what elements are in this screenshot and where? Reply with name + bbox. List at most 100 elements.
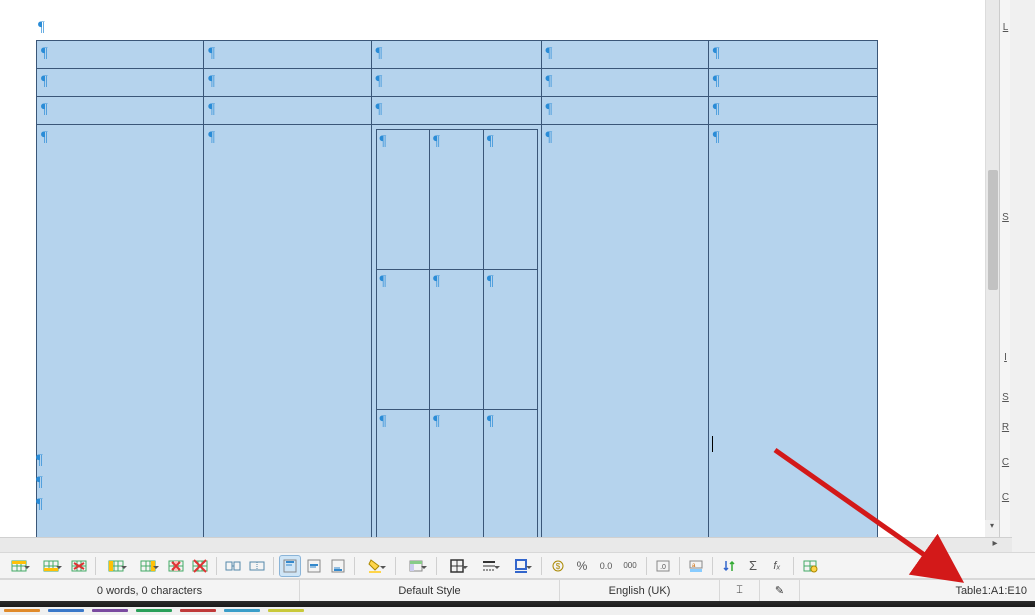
main-table[interactable]: ¶¶¶¶¶¶¶¶¶¶¶¶¶¶¶¶¶¶¶¶¶¶¶¶¶¶¶¶¶¶¶¶¶¶¶¶¶¶¶¶… <box>36 40 878 537</box>
scrollbar-thumb[interactable] <box>988 170 998 290</box>
table-cell[interactable]: ¶ <box>708 97 877 125</box>
insert-col-left-button[interactable] <box>101 555 131 577</box>
status-signature[interactable]: ✎ <box>760 580 800 601</box>
status-insert-mode[interactable]: ⌶ <box>720 580 760 601</box>
status-language[interactable]: English (UK) <box>560 580 720 601</box>
autoformat-button[interactable] <box>401 555 431 577</box>
page[interactable]: ¶ ¶¶¶¶¶¶¶¶¶¶¶¶¶¶¶¶¶¶¶¶¶¶¶¶¶¶¶¶¶¶¶¶¶¶¶¶¶¶… <box>0 0 986 537</box>
scrollbar-track[interactable] <box>985 0 999 520</box>
sidebar-tab[interactable]: R <box>1000 422 1010 442</box>
caption-button[interactable]: a <box>685 555 707 577</box>
scrollbar-right-button[interactable]: ▸ <box>988 538 1002 553</box>
delete-column-button[interactable] <box>165 555 187 577</box>
nested-table[interactable]: ¶¶¶¶¶¶¶¶¶¶¶¶¶¶¶ <box>376 129 538 537</box>
table-cell[interactable]: ¶ <box>37 125 204 538</box>
nested-table-cell[interactable]: ¶ <box>376 130 430 270</box>
table-cell[interactable]: ¶¶¶¶¶¶¶¶¶¶¶¶¶¶¶ <box>371 125 541 538</box>
number-format-decimal-button[interactable]: 0.0 <box>595 555 617 577</box>
table-cell[interactable]: ¶ <box>204 97 371 125</box>
sum-icon: Σ <box>749 558 757 573</box>
nested-table-cell[interactable]: ¶ <box>376 410 430 538</box>
nested-table-cell[interactable]: ¶ <box>483 270 537 410</box>
insert-row-below-button[interactable] <box>36 555 66 577</box>
table-cell[interactable]: ¶ <box>204 69 371 97</box>
table-cell[interactable]: ¶ <box>371 41 541 69</box>
formula-button[interactable]: fₓ <box>766 555 788 577</box>
number-format-percent-button[interactable]: % <box>571 555 593 577</box>
align-center-vert-button[interactable] <box>303 555 325 577</box>
border-style-button[interactable] <box>474 555 504 577</box>
split-cells-button[interactable] <box>222 555 244 577</box>
sidebar-tab[interactable]: C <box>1000 492 1010 512</box>
align-bottom-icon <box>330 558 346 574</box>
text-cursor <box>712 436 713 452</box>
status-page-style[interactable]: Default Style <box>300 580 560 601</box>
number-format-currency-icon: $ <box>550 558 566 574</box>
table-cell[interactable]: ¶ <box>204 125 371 538</box>
nested-table-cell[interactable]: ¶ <box>376 270 430 410</box>
delete-column-icon <box>168 558 184 574</box>
delete-table-button[interactable] <box>189 555 211 577</box>
background-color-icon <box>367 558 383 574</box>
table-cell[interactable]: ¶ <box>708 69 877 97</box>
nested-table-cell[interactable]: ¶ <box>430 130 484 270</box>
number-recognition-icon: .0 <box>655 558 671 574</box>
insert-row-above-button[interactable] <box>4 555 34 577</box>
sort-icon <box>721 558 737 574</box>
nested-table-cell[interactable]: ¶ <box>483 130 537 270</box>
sidebar-tab[interactable]: C <box>1000 457 1010 477</box>
table-cell[interactable]: ¶ <box>37 69 204 97</box>
table-cell[interactable]: ¶ <box>708 125 877 538</box>
borders-button[interactable] <box>442 555 472 577</box>
number-format-currency-button[interactable]: $ <box>547 555 569 577</box>
document-scroll-area[interactable]: ¶ ¶¶¶¶¶¶¶¶¶¶¶¶¶¶¶¶¶¶¶¶¶¶¶¶¶¶¶¶¶¶¶¶¶¶¶¶¶¶… <box>0 0 1010 537</box>
os-taskbar-sliver <box>0 601 1035 607</box>
paragraph[interactable]: ¶ <box>36 18 980 39</box>
paragraph[interactable]: ¶ <box>36 493 43 515</box>
sidebar-tab[interactable]: S <box>1000 392 1010 412</box>
nested-table-cell[interactable]: ¶ <box>483 410 537 538</box>
scrollbar-down-button[interactable]: ▾ <box>985 521 999 537</box>
formula-icon: fₓ <box>773 560 780 572</box>
nested-table-cell[interactable]: ¶ <box>430 410 484 538</box>
background-color-button[interactable] <box>360 555 390 577</box>
sort-button[interactable] <box>718 555 740 577</box>
delete-row-button[interactable] <box>68 555 90 577</box>
delete-row-icon <box>71 558 87 574</box>
border-style-icon <box>481 558 497 574</box>
table-cell[interactable]: ¶ <box>37 97 204 125</box>
delete-table-icon <box>192 558 208 574</box>
toolbar-separator <box>793 557 794 575</box>
table-properties-button[interactable] <box>799 555 821 577</box>
sidebar-tab[interactable]: I <box>1000 352 1010 372</box>
merge-cells-button[interactable] <box>246 555 268 577</box>
insert-col-right-button[interactable] <box>133 555 163 577</box>
table-cell[interactable]: ¶ <box>541 41 708 69</box>
sidebar-deck[interactable]: LSISRCC <box>999 0 1010 537</box>
status-selection[interactable]: Table1:A1:E10 <box>800 580 1035 601</box>
sidebar-tab[interactable]: L <box>1000 22 1010 42</box>
table-cell[interactable]: ¶ <box>541 97 708 125</box>
number-format-standard-button[interactable]: 000 <box>619 555 641 577</box>
border-color-button[interactable] <box>506 555 536 577</box>
paragraph[interactable]: ¶ <box>36 471 43 493</box>
horizontal-scrollbar[interactable]: ▸ <box>0 537 1012 552</box>
table-cell[interactable]: ¶ <box>204 41 371 69</box>
paragraph[interactable]: ¶ <box>36 449 43 471</box>
toolbar-separator <box>395 557 396 575</box>
sidebar-tab[interactable]: S <box>1000 212 1010 232</box>
nested-table-cell[interactable]: ¶ <box>430 270 484 410</box>
status-word-count[interactable]: 0 words, 0 characters <box>0 580 300 601</box>
number-recognition-button[interactable]: .0 <box>652 555 674 577</box>
table-cell[interactable]: ¶ <box>371 69 541 97</box>
align-bottom-button[interactable] <box>327 555 349 577</box>
table-cell[interactable]: ¶ <box>541 125 708 538</box>
vertical-scrollbar[interactable]: ▾ <box>985 0 999 537</box>
align-top-button[interactable] <box>279 555 301 577</box>
sum-button[interactable]: Σ <box>742 555 764 577</box>
table-cell[interactable]: ¶ <box>541 69 708 97</box>
table-cell[interactable]: ¶ <box>37 41 204 69</box>
language-label: English (UK) <box>609 585 671 597</box>
table-cell[interactable]: ¶ <box>708 41 877 69</box>
table-cell[interactable]: ¶ <box>371 97 541 125</box>
